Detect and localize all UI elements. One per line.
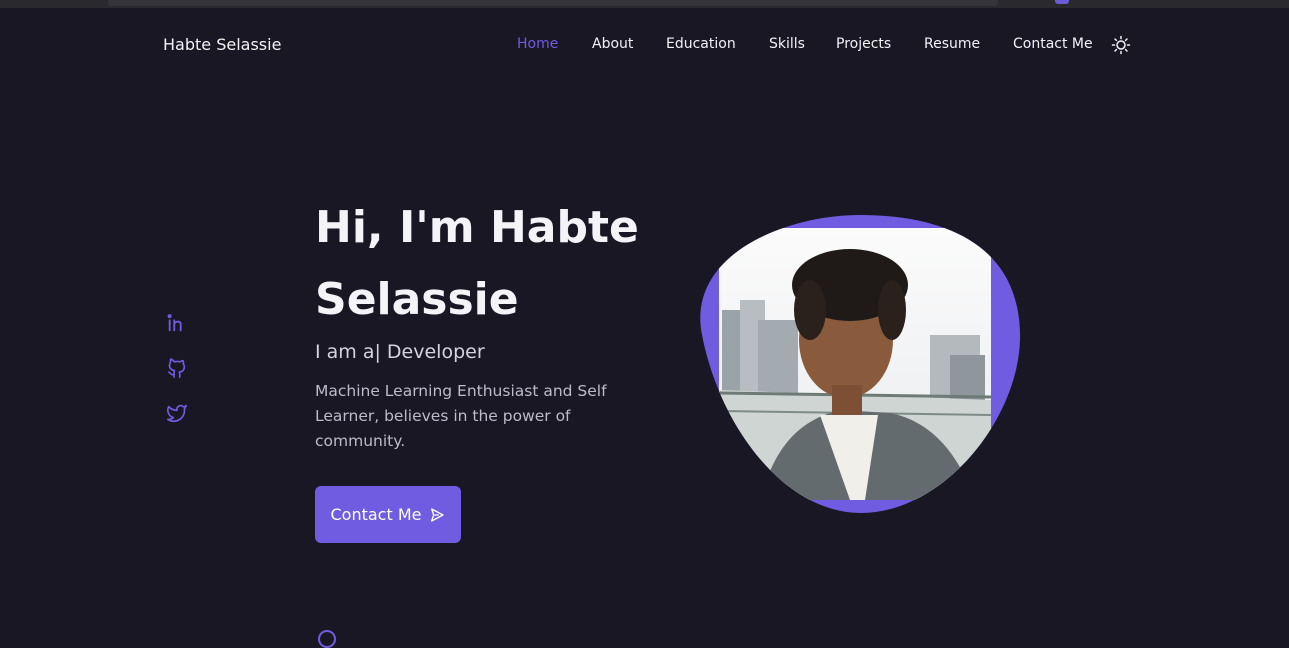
contact-me-button[interactable]: Contact Me [315,486,461,543]
hero-title: Hi, I'm Habte Selassie [315,192,675,336]
nav-about[interactable]: About [592,36,633,52]
hero-title-line2: Selassie [315,274,519,325]
linkedin-icon[interactable] [166,312,188,334]
twitter-icon[interactable] [166,402,188,424]
contact-me-label: Contact Me [330,505,422,524]
nav-contact[interactable]: Contact Me [1013,36,1093,52]
extension-indicator [1055,0,1069,4]
github-icon[interactable] [166,357,188,379]
sun-icon[interactable] [1111,35,1131,55]
hero-description: Machine Learning Enthusiast and Self Lea… [315,382,607,450]
nav-skills[interactable]: Skills [769,36,805,52]
browser-strip [108,0,998,6]
hero-subtitle: I am a| Developer [315,341,485,363]
hero-title-line1: Hi, I'm Habte [315,202,639,253]
browser-top-bar [0,0,1289,8]
send-icon [431,507,445,522]
nav-resume[interactable]: Resume [924,36,980,52]
nav-education[interactable]: Education [666,36,736,52]
scroll-indicator[interactable] [318,630,336,648]
site-brand[interactable]: Habte Selassie [163,35,281,54]
profile-photo [700,215,1021,513]
nav-projects[interactable]: Projects [836,36,891,52]
nav-home[interactable]: Home [517,36,558,52]
